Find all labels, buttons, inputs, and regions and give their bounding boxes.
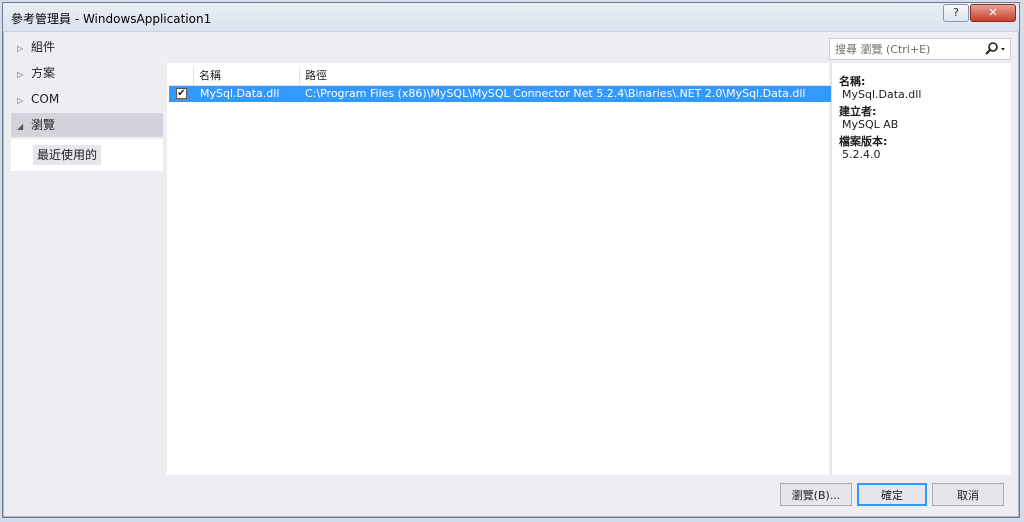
expand-arrow-icon: ▷ [17, 70, 24, 79]
nav-item-assemblies[interactable]: ▷ 組件 [11, 35, 163, 59]
detail-name-value: MySql.Data.dll [842, 88, 922, 101]
collapse-arrow-icon: ◢ [17, 122, 24, 131]
detail-name-label: 名稱: [839, 75, 866, 88]
search-icon[interactable] [984, 41, 1008, 57]
search-field [829, 38, 1011, 60]
nav-item-solution[interactable]: ▷ 方案 [11, 61, 163, 85]
row-name: MySql.Data.dll [200, 87, 280, 100]
list-header: 名稱 路徑 [167, 67, 829, 86]
reference-manager-window: 參考管理員 - WindowsApplication1 ? ✕ ▷ 組件 ▷ 方案 … [2, 2, 1020, 518]
title-bar[interactable]: 參考管理員 - WindowsApplication1 ? ✕ [3, 3, 1019, 32]
row-path: C:\Program Files (x86)\MySQL\MySQL Conne… [305, 87, 806, 100]
nav-item-label: 瀏覽 [31, 118, 56, 132]
category-nav: ▷ 組件 ▷ 方案 ▷ COM ◢ 瀏覽 最近使用的 [11, 35, 163, 475]
nav-item-browse[interactable]: ◢ 瀏覽 [11, 113, 163, 137]
nav-item-com[interactable]: ▷ COM [11, 87, 163, 111]
detail-version-label: 檔案版本: [839, 135, 888, 148]
detail-creator-value: MySQL AB [842, 118, 899, 131]
detail-creator-label: 建立者: [839, 105, 877, 118]
column-header-path[interactable]: 路徑 [299, 67, 829, 85]
reference-list: 名稱 路徑 ✔ MySql.Data.dll C:\Program Files … [167, 63, 831, 475]
help-button[interactable]: ? [943, 4, 969, 22]
close-button[interactable]: ✕ [970, 4, 1016, 22]
nav-item-label: COM [31, 92, 60, 106]
include-checkbox[interactable]: ✔ [176, 88, 187, 99]
cancel-button[interactable]: 取消 [932, 483, 1004, 506]
search-input[interactable] [830, 39, 990, 59]
detail-version-value: 5.2.4.0 [842, 148, 881, 161]
ok-button[interactable]: 確定 [857, 483, 927, 506]
nav-item-label: 方案 [31, 66, 56, 80]
browse-subpanel: 最近使用的 [11, 139, 163, 171]
nav-item-label: 組件 [31, 40, 56, 54]
nav-subitem-recent[interactable]: 最近使用的 [33, 145, 102, 165]
details-panel: 名稱: MySql.Data.dll 建立者: MySQL AB 檔案版本: 5… [831, 63, 1011, 475]
expand-arrow-icon: ▷ [17, 44, 24, 53]
browse-button[interactable]: 瀏覽(B)... [780, 483, 852, 506]
column-header-name[interactable]: 名稱 [193, 67, 299, 85]
expand-arrow-icon: ▷ [17, 96, 24, 105]
list-row[interactable]: ✔ MySql.Data.dll C:\Program Files (x86)\… [169, 86, 831, 102]
window-title: 參考管理員 - WindowsApplication1 [11, 12, 212, 26]
